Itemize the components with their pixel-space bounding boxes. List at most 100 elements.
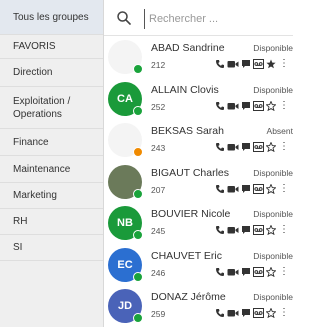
group-label: Marketing bbox=[13, 190, 57, 201]
chat-icon[interactable] bbox=[241, 308, 251, 318]
group-sidebar: Tous les groupes FAVORIS Direction Explo… bbox=[0, 0, 104, 327]
presence-dot bbox=[133, 313, 143, 323]
contact-actions: ⋮ bbox=[215, 100, 289, 111]
avatar-initials: CA bbox=[117, 92, 133, 105]
contact-actions: ⋮ bbox=[215, 59, 289, 69]
group-item-finance[interactable]: Finance bbox=[0, 129, 103, 156]
more-options-icon[interactable]: ⋮ bbox=[279, 308, 289, 318]
presence-dot bbox=[133, 188, 143, 199]
contact-row[interactable]: JD DONAZ Jérôme 259 Disponible ⋮ bbox=[104, 285, 293, 327]
phone-icon[interactable] bbox=[215, 308, 225, 318]
group-label: Finance bbox=[13, 136, 49, 148]
video-icon[interactable] bbox=[227, 59, 239, 69]
group-item-marketing[interactable]: Marketing bbox=[0, 183, 103, 209]
contact-status: Disponible bbox=[253, 250, 293, 261]
favorite-star-icon[interactable] bbox=[266, 183, 276, 194]
video-icon[interactable] bbox=[227, 267, 239, 277]
voicemail-icon[interactable] bbox=[253, 308, 264, 318]
video-icon[interactable] bbox=[227, 142, 239, 152]
favorite-star-icon[interactable] bbox=[266, 100, 276, 111]
avatar-initials: JD bbox=[117, 300, 133, 312]
group-label: Exploitation / Operations bbox=[13, 95, 71, 120]
presence-dot bbox=[133, 105, 143, 116]
chat-icon[interactable] bbox=[241, 267, 251, 277]
phone-icon[interactable] bbox=[215, 225, 225, 235]
contact-row[interactable]: ABAD Sandrine 212 Disponible ⋮ bbox=[104, 36, 293, 78]
group-label: Maintenance bbox=[13, 163, 71, 175]
avatar-initials: EC bbox=[117, 258, 133, 271]
group-item-exploitation[interactable]: Exploitation / Operations bbox=[0, 87, 103, 129]
phone-icon[interactable] bbox=[215, 59, 225, 69]
group-label: Direction bbox=[13, 67, 53, 78]
contact-actions: ⋮ bbox=[215, 183, 289, 194]
presence-dot bbox=[133, 147, 143, 157]
chat-icon[interactable] bbox=[241, 142, 251, 152]
video-icon[interactable] bbox=[227, 225, 239, 235]
contact-extension: 245 bbox=[151, 226, 166, 236]
voicemail-icon[interactable] bbox=[253, 183, 264, 194]
phone-icon[interactable] bbox=[215, 142, 225, 152]
more-options-icon[interactable]: ⋮ bbox=[279, 59, 289, 69]
voicemail-icon[interactable] bbox=[253, 142, 264, 152]
contact-name: BEKSAS Sarah bbox=[151, 125, 224, 137]
contact-actions: ⋮ bbox=[215, 266, 289, 277]
phone-icon[interactable] bbox=[215, 267, 225, 277]
search-icon[interactable] bbox=[116, 10, 132, 26]
contact-status: Disponible bbox=[253, 292, 293, 302]
chat-icon[interactable] bbox=[241, 225, 251, 235]
search-input[interactable] bbox=[144, 9, 291, 29]
contact-row[interactable]: EC CHAUVET Eric 246 Disponible ⋮ bbox=[104, 244, 293, 286]
contact-name: ALLAIN Clovis bbox=[151, 83, 219, 96]
contact-actions: ⋮ bbox=[215, 308, 289, 318]
contact-actions: ⋮ bbox=[215, 142, 289, 152]
contact-status: Disponible bbox=[253, 43, 293, 53]
group-item-direction[interactable]: Direction bbox=[0, 59, 103, 87]
video-icon[interactable] bbox=[227, 308, 239, 318]
more-options-icon[interactable]: ⋮ bbox=[279, 183, 289, 194]
contact-row[interactable]: BIGAUT Charles 207 Disponible ⋮ bbox=[104, 161, 293, 203]
more-options-icon[interactable]: ⋮ bbox=[279, 142, 289, 152]
contact-actions: ⋮ bbox=[215, 225, 289, 235]
favorite-star-icon[interactable] bbox=[266, 142, 276, 152]
group-label: RH bbox=[13, 216, 28, 227]
voicemail-icon[interactable] bbox=[253, 59, 264, 69]
presence-dot bbox=[133, 64, 143, 74]
group-label: SI bbox=[13, 242, 23, 253]
more-options-icon[interactable]: ⋮ bbox=[279, 100, 289, 111]
contact-name: DONAZ Jérôme bbox=[151, 291, 226, 303]
favorite-star-icon[interactable] bbox=[266, 59, 276, 69]
voicemail-icon[interactable] bbox=[253, 225, 264, 235]
avatar-initials: NB bbox=[117, 217, 133, 229]
group-item-all[interactable]: Tous les groupes bbox=[0, 0, 103, 35]
group-item-si[interactable]: SI bbox=[0, 235, 103, 261]
contact-extension: 246 bbox=[151, 267, 166, 278]
search-bar bbox=[104, 0, 293, 36]
favorite-star-icon[interactable] bbox=[266, 308, 276, 318]
contact-row[interactable]: NB BOUVIER Nicole 245 Disponible ⋮ bbox=[104, 202, 293, 244]
contact-status: Absent bbox=[266, 126, 293, 136]
contact-row[interactable]: BEKSAS Sarah 243 Absent ⋮ bbox=[104, 119, 293, 161]
video-icon[interactable] bbox=[227, 101, 239, 111]
contact-name: CHAUVET Eric bbox=[151, 249, 222, 262]
group-item-favoris[interactable]: FAVORIS bbox=[0, 35, 103, 59]
chat-icon[interactable] bbox=[241, 101, 251, 111]
video-icon[interactable] bbox=[227, 184, 239, 194]
group-label: Tous les groupes bbox=[13, 11, 89, 23]
group-item-rh[interactable]: RH bbox=[0, 209, 103, 235]
contact-status: Disponible bbox=[253, 84, 293, 95]
voicemail-icon[interactable] bbox=[253, 100, 264, 111]
contact-extension: 252 bbox=[151, 101, 166, 112]
favorite-star-icon[interactable] bbox=[266, 266, 276, 277]
chat-icon[interactable] bbox=[241, 59, 251, 69]
chat-icon[interactable] bbox=[241, 184, 251, 194]
favorite-star-icon[interactable] bbox=[266, 225, 276, 235]
voicemail-icon[interactable] bbox=[253, 266, 264, 277]
group-item-maintenance[interactable]: Maintenance bbox=[0, 156, 103, 183]
phone-icon[interactable] bbox=[215, 184, 225, 194]
contact-row[interactable]: CA ALLAIN Clovis 252 Disponible ⋮ bbox=[104, 78, 293, 120]
contact-list: ABAD Sandrine 212 Disponible ⋮ CA ALLAIN… bbox=[104, 36, 293, 327]
more-options-icon[interactable]: ⋮ bbox=[279, 225, 289, 235]
phone-icon[interactable] bbox=[215, 101, 225, 111]
more-options-icon[interactable]: ⋮ bbox=[279, 266, 289, 277]
contact-extension: 212 bbox=[151, 60, 166, 70]
